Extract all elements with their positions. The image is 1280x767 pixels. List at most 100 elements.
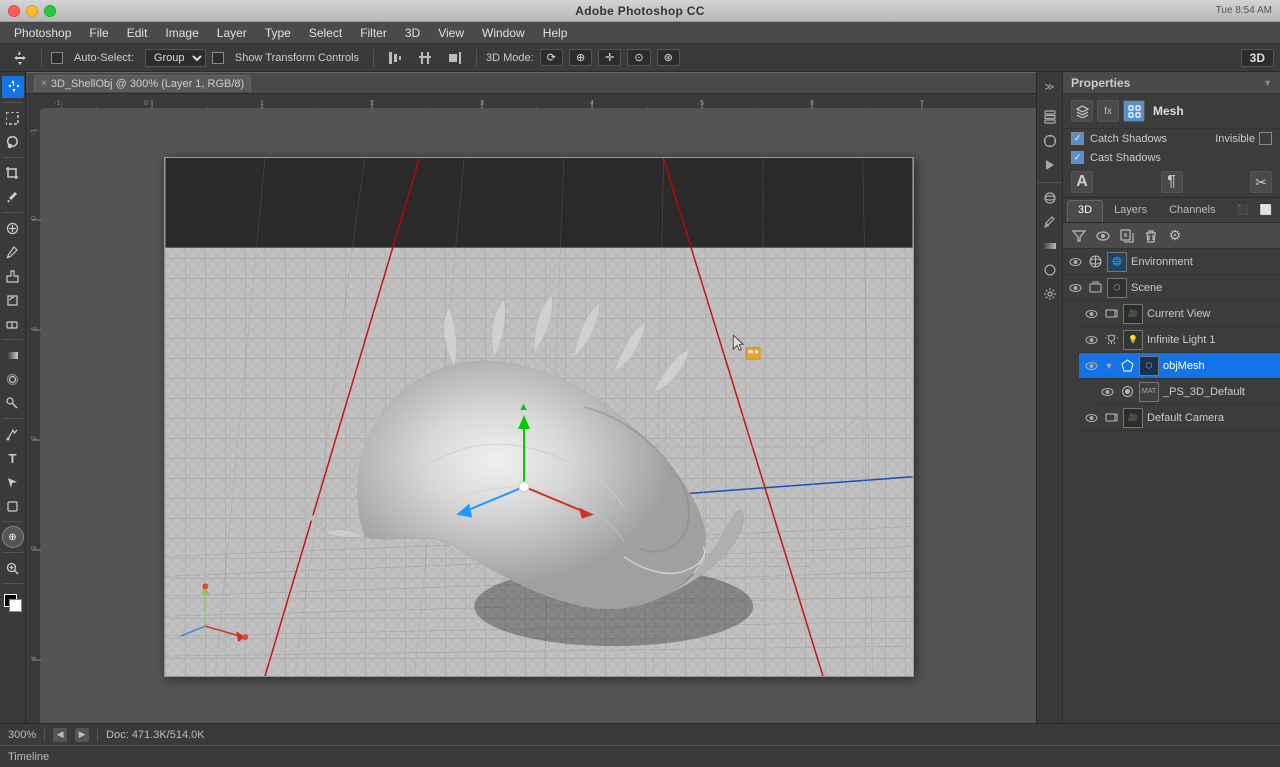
- align-btn-1[interactable]: [383, 49, 407, 67]
- invisible-checkbox[interactable]: [1259, 132, 1272, 145]
- layer-item-environment[interactable]: 🌐 Environment: [1063, 249, 1280, 275]
- blur-tool[interactable]: [2, 368, 24, 390]
- type-tool[interactable]: T: [2, 447, 24, 469]
- canvas-content[interactable]: ▲: [42, 110, 1036, 723]
- pen-tool[interactable]: [2, 423, 24, 445]
- brush-options-icon[interactable]: [1039, 211, 1061, 233]
- warp-icon[interactable]: [1039, 259, 1061, 281]
- gradient-tool[interactable]: [2, 344, 24, 366]
- prop-icon-layers[interactable]: [1071, 100, 1093, 122]
- layer-vis-currentview[interactable]: [1083, 306, 1099, 322]
- properties-adjust-icon[interactable]: [1039, 130, 1061, 152]
- align-btn-2[interactable]: [413, 49, 437, 67]
- doc-tab-close[interactable]: ×: [41, 78, 47, 89]
- lasso-tool[interactable]: [2, 131, 24, 153]
- autoselect-checkbox[interactable]: [51, 52, 63, 64]
- properties-layers-icon[interactable]: [1039, 106, 1061, 128]
- tab-3d[interactable]: 3D: [1067, 200, 1103, 222]
- menu-view[interactable]: View: [430, 24, 472, 42]
- layer-new-icon[interactable]: [1117, 226, 1137, 246]
- tab-channels[interactable]: Channels: [1158, 200, 1226, 222]
- canvas-area: × 3D_ShellObj @ 300% (Layer 1, RGB/8) -1…: [26, 72, 1036, 723]
- shape-tool[interactable]: [2, 495, 24, 517]
- layer-expand-objmesh[interactable]: ▼: [1103, 360, 1115, 372]
- menu-file[interactable]: File: [81, 24, 116, 42]
- 3d-rotate-icon[interactable]: [1039, 187, 1061, 209]
- layer-filter-icon[interactable]: [1069, 226, 1089, 246]
- menu-image[interactable]: Image: [157, 24, 206, 42]
- eraser-tool[interactable]: [2, 313, 24, 335]
- layer-more-icon[interactable]: ⚙: [1165, 226, 1185, 246]
- 3d-label-btn[interactable]: 3D: [1241, 49, 1274, 67]
- scissors-btn[interactable]: ✂: [1250, 171, 1272, 193]
- bottom-arrow-right[interactable]: ▶: [75, 728, 89, 742]
- crosshair-btn[interactable]: ⊕: [2, 526, 24, 548]
- panel-icon-expand[interactable]: ⬛: [1233, 200, 1253, 220]
- fg-bg-colors[interactable]: [2, 592, 24, 614]
- menu-edit[interactable]: Edit: [119, 24, 156, 42]
- autoselect-dropdown[interactable]: Group Layer: [145, 49, 206, 67]
- mode-btn-scale[interactable]: ⊛: [657, 49, 680, 66]
- move-tool[interactable]: [2, 76, 24, 98]
- layer-vis-ps3ddefault[interactable]: [1099, 384, 1115, 400]
- layer-vis-objmesh[interactable]: [1083, 358, 1099, 374]
- layer-item-ps3ddefault[interactable]: MAT _PS_3D_Default: [1095, 379, 1280, 405]
- crop-tool[interactable]: [2, 162, 24, 184]
- tab-layers[interactable]: Layers: [1103, 200, 1158, 222]
- layer-item-currentview[interactable]: 🎥 Current View: [1079, 301, 1280, 327]
- collapse-panel-btn[interactable]: ≫: [1039, 76, 1061, 98]
- menu-photoshop[interactable]: Photoshop: [6, 24, 79, 42]
- minimize-button[interactable]: [26, 5, 38, 17]
- layer-item-defaultcamera[interactable]: 🎥 Default Camera: [1079, 405, 1280, 431]
- background-color[interactable]: [9, 599, 22, 612]
- menu-layer[interactable]: Layer: [209, 24, 255, 42]
- layer-vis-defaultcamera[interactable]: [1083, 410, 1099, 426]
- layer-item-infinitelight1[interactable]: 💡 Infinite Light 1: [1079, 327, 1280, 353]
- layer-item-scene[interactable]: ⬡ Scene: [1063, 275, 1280, 301]
- mode-btn-pan[interactable]: ✛: [598, 49, 621, 66]
- cast-shadows-checkbox[interactable]: ✓: [1071, 151, 1084, 164]
- layer-vis-environment[interactable]: [1067, 254, 1083, 270]
- zoom-tool[interactable]: [2, 557, 24, 579]
- layer-vis-infinitelight1[interactable]: [1083, 332, 1099, 348]
- catch-shadows-checkbox[interactable]: ✓: [1071, 132, 1084, 145]
- menu-select[interactable]: Select: [301, 24, 350, 42]
- layer-delete-icon[interactable]: [1141, 226, 1161, 246]
- gradient-options-icon[interactable]: [1039, 235, 1061, 257]
- mode-btn-rotate[interactable]: ⟳: [540, 49, 563, 66]
- path-selection-tool[interactable]: [2, 471, 24, 493]
- close-button[interactable]: [8, 5, 20, 17]
- play-icon[interactable]: [1039, 154, 1061, 176]
- eyedropper-tool[interactable]: [2, 186, 24, 208]
- bottom-arrow-left[interactable]: ◀: [53, 728, 67, 742]
- mode-btn-roll[interactable]: ⊕: [569, 49, 592, 66]
- properties-header[interactable]: Properties ▼: [1063, 72, 1280, 94]
- settings-icon[interactable]: [1039, 283, 1061, 305]
- doc-tab-item[interactable]: × 3D_ShellObj @ 300% (Layer 1, RGB/8): [34, 75, 251, 92]
- menu-type[interactable]: Type: [257, 24, 299, 42]
- panel-icon-shrink[interactable]: ⬜: [1256, 200, 1276, 220]
- healing-tool[interactable]: [2, 217, 24, 239]
- menu-window[interactable]: Window: [474, 24, 533, 42]
- history-brush-tool[interactable]: [2, 289, 24, 311]
- prop-icon-fx[interactable]: fx: [1097, 100, 1119, 122]
- text-btn-paragraph[interactable]: ¶: [1161, 171, 1183, 193]
- menu-filter[interactable]: Filter: [352, 24, 395, 42]
- dodge-tool[interactable]: [2, 392, 24, 414]
- brush-tool[interactable]: [2, 241, 24, 263]
- layer-item-objmesh[interactable]: ▼ ⬡ objMesh: [1079, 353, 1280, 379]
- menu-3d[interactable]: 3D: [397, 24, 428, 42]
- viewport-3d[interactable]: ▲: [165, 158, 913, 676]
- selection-tool[interactable]: [2, 107, 24, 129]
- prop-icon-mesh[interactable]: [1123, 100, 1145, 122]
- stamp-tool[interactable]: [2, 265, 24, 287]
- text-btn-A[interactable]: A: [1071, 171, 1093, 193]
- mode-btn-slide[interactable]: ⊙: [627, 49, 650, 66]
- align-btn-3[interactable]: [443, 49, 467, 67]
- maximize-button[interactable]: [44, 5, 56, 17]
- menu-help[interactable]: Help: [535, 24, 576, 42]
- transform-checkbox[interactable]: [212, 52, 224, 64]
- layer-visibility-icon[interactable]: [1093, 226, 1113, 246]
- layer-vis-scene[interactable]: [1067, 280, 1083, 296]
- canvas-document[interactable]: ▲: [164, 157, 914, 677]
